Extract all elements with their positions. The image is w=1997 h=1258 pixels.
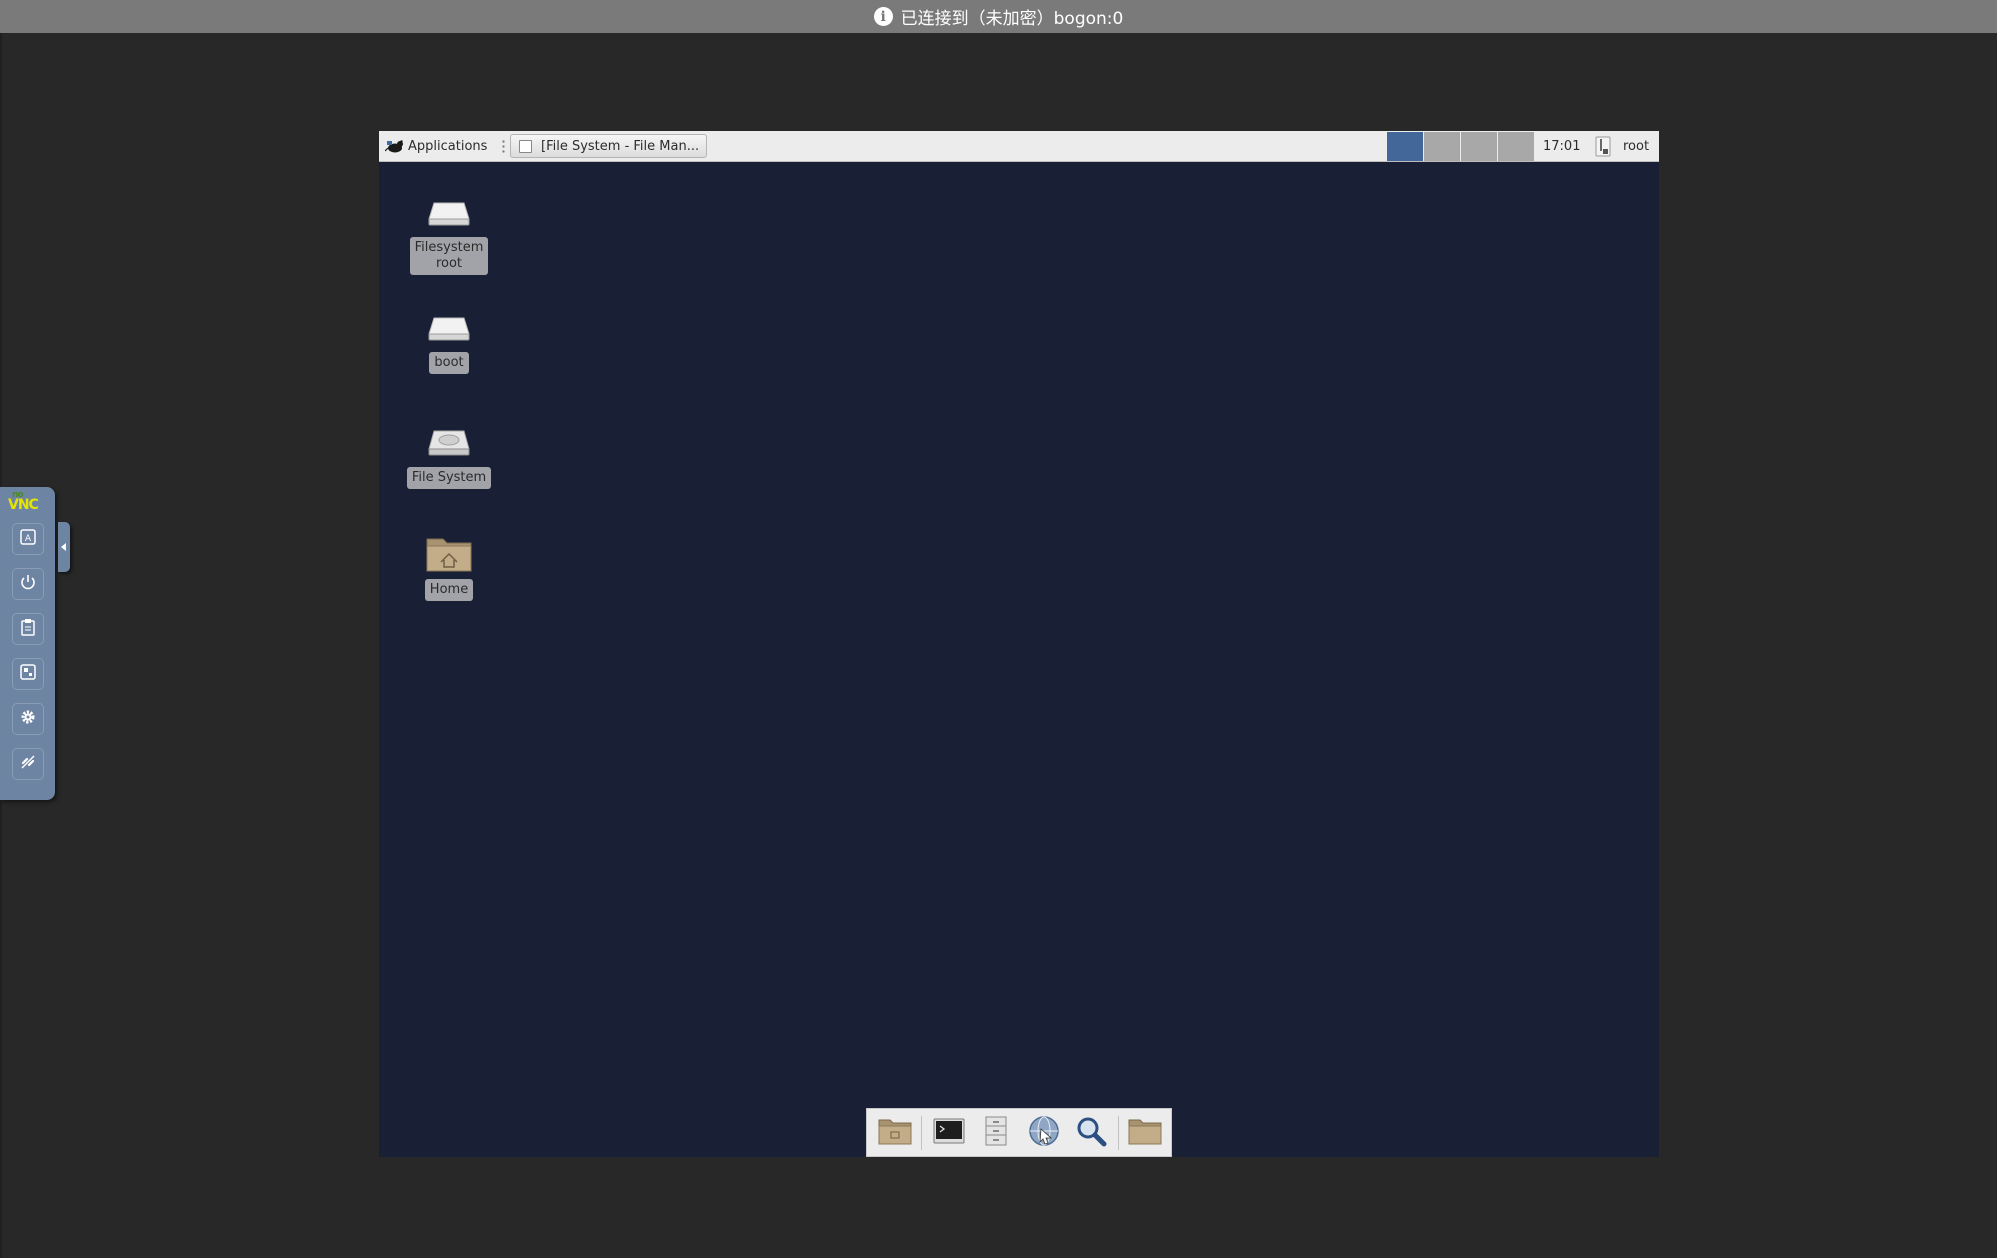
- dock-separator: [1117, 1115, 1119, 1150]
- power-icon: [19, 573, 37, 595]
- gear-icon: [19, 708, 37, 730]
- desktop-icon-label: boot: [429, 352, 469, 374]
- folder-launcher[interactable]: [1124, 1113, 1167, 1153]
- top-panel: Applications [File System - File Man... …: [379, 131, 1659, 162]
- info-icon: i: [873, 7, 893, 26]
- clipboard-icon: [20, 618, 36, 640]
- workspace-switcher: [1387, 132, 1535, 161]
- desktop-icon-label: File System: [406, 467, 492, 489]
- novnc-control-bar: no VNC A: [0, 487, 55, 800]
- desktop-icon-boot[interactable]: boot: [404, 306, 494, 374]
- extra-keys-button[interactable]: A: [12, 523, 44, 555]
- window-icon: [519, 139, 532, 153]
- disconnect-icon: [19, 753, 37, 775]
- workspace-2[interactable]: [1424, 132, 1460, 161]
- power-button[interactable]: [12, 568, 44, 600]
- web-browser-icon: [1027, 1114, 1061, 1152]
- workspace-3[interactable]: [1461, 132, 1497, 161]
- desktop-icon-label: Home: [424, 579, 474, 601]
- connection-status-text: 已连接到（未加密）bogon:0: [900, 9, 1124, 29]
- novnc-logo: no VNC: [8, 490, 39, 513]
- panel-clock[interactable]: 17:01: [1543, 139, 1580, 154]
- desktop-icon-filesystem-root[interactable]: Filesystem root: [404, 191, 494, 275]
- fullscreen-icon: [20, 664, 36, 684]
- settings-button[interactable]: [12, 703, 44, 735]
- show-desktop-launcher[interactable]: [873, 1113, 916, 1153]
- terminal-icon: [932, 1116, 966, 1150]
- dock-separator: [921, 1115, 923, 1150]
- drive-icon: [425, 191, 473, 231]
- svg-text:A: A: [25, 534, 32, 544]
- desktop-icon-home[interactable]: Home: [404, 533, 494, 601]
- keyboard-a-icon: A: [20, 529, 36, 549]
- xfce-mouse-icon: [384, 138, 405, 154]
- home-folder-icon: [425, 533, 473, 573]
- drive-icon: [425, 306, 473, 346]
- taskbar-window-label: [File System - File Man...: [541, 138, 700, 154]
- harddisk-icon: [425, 421, 473, 461]
- search-icon: [1074, 1114, 1108, 1152]
- fullscreen-button[interactable]: [12, 658, 44, 690]
- clipboard-button[interactable]: [12, 613, 44, 645]
- applications-menu[interactable]: Applications: [384, 136, 488, 156]
- show-desktop-icon: [877, 1116, 913, 1150]
- control-bar-handle[interactable]: [58, 522, 70, 572]
- remote-desktop[interactable]: Applications [File System - File Man... …: [379, 131, 1659, 1157]
- panel-user-label[interactable]: root: [1623, 139, 1649, 154]
- panel-separator: [502, 139, 505, 155]
- search-launcher[interactable]: [1069, 1113, 1112, 1153]
- desktop-icon-file-system[interactable]: File System: [404, 421, 494, 489]
- web-browser-launcher[interactable]: [1022, 1113, 1065, 1153]
- connection-status-bar: i 已连接到（未加密）bogon:0: [0, 0, 1997, 33]
- power-manager-icon[interactable]: [1592, 135, 1614, 157]
- terminal-launcher[interactable]: [927, 1113, 970, 1153]
- workspace-4[interactable]: [1498, 132, 1534, 161]
- applications-label: Applications: [408, 138, 488, 154]
- taskbar-window-button[interactable]: [File System - File Man...: [510, 134, 707, 158]
- workspace-1[interactable]: [1387, 132, 1423, 161]
- folder-icon: [1127, 1116, 1163, 1150]
- bottom-dock: [866, 1108, 1172, 1157]
- file-manager-launcher[interactable]: [975, 1113, 1018, 1153]
- disconnect-button[interactable]: [12, 748, 44, 780]
- file-manager-icon: [981, 1115, 1011, 1151]
- desktop-icon-label: Filesystem root: [409, 237, 489, 275]
